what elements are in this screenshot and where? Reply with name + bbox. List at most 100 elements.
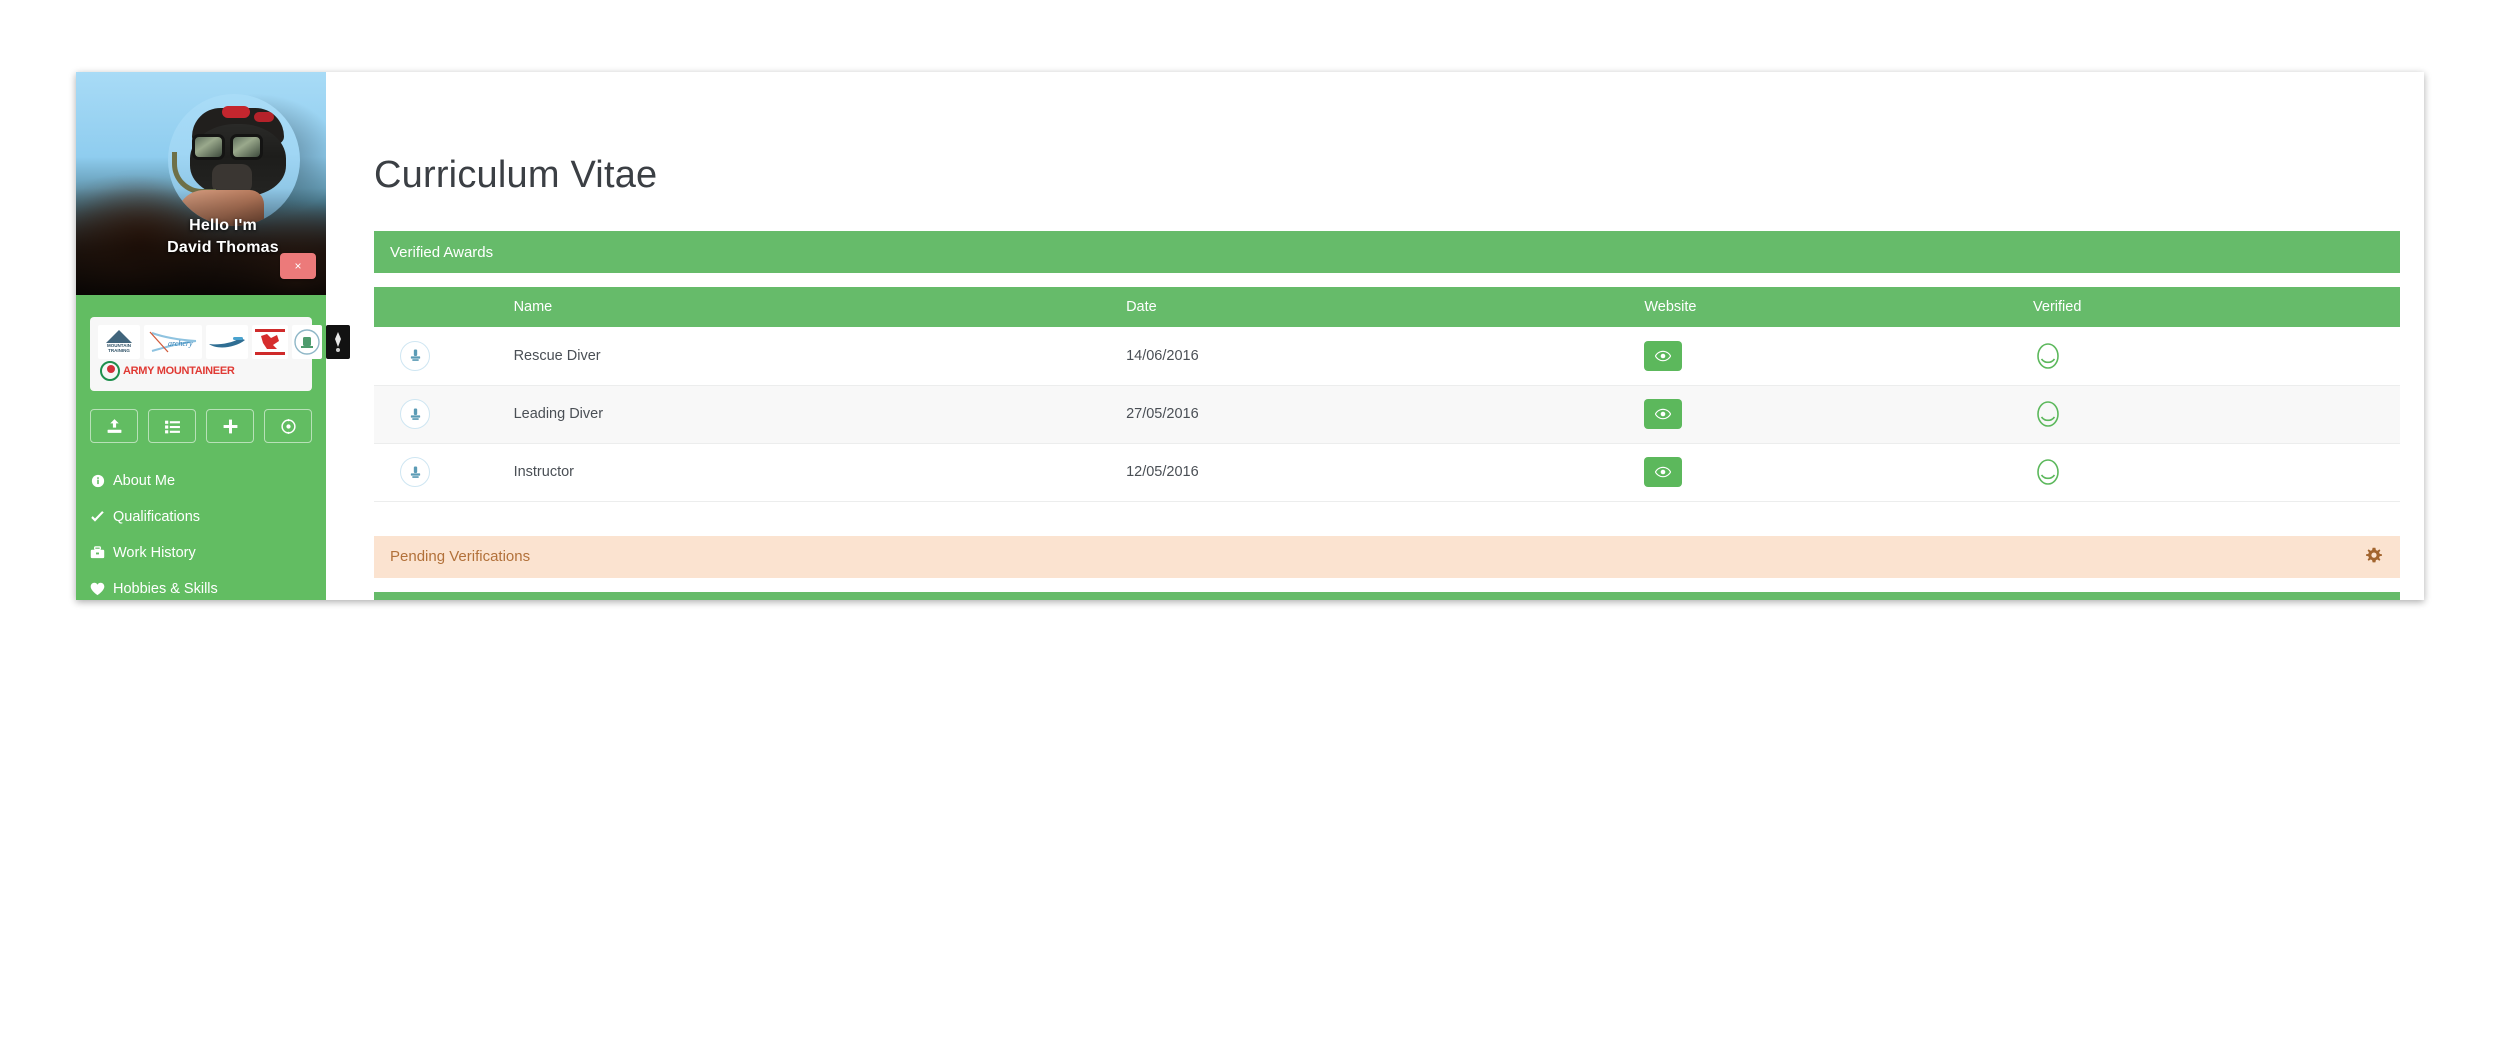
verified-awards-table-body: Rescue Diver 14/06/2016 Leading Diver 27… xyxy=(374,327,2400,502)
pending-verifications-title: Pending Verifications xyxy=(390,548,531,565)
verified-awards-title: Verified Awards xyxy=(390,243,494,261)
cert-cell xyxy=(374,443,504,502)
pending-table-head: Provider Award Award Date Notes Result D… xyxy=(374,591,2400,600)
col-verified: Verified xyxy=(2023,287,2400,327)
col-award-date: Award Date xyxy=(804,591,997,600)
certificate-icon[interactable] xyxy=(400,457,430,487)
award-name: Leading Diver xyxy=(503,385,1117,444)
svg-text:archery: archery xyxy=(168,339,193,348)
website-cell xyxy=(1634,443,2024,502)
badge-row-secondary: ARMY MOUNTAINEER xyxy=(98,361,304,381)
seal-icon xyxy=(294,329,320,355)
eye-icon xyxy=(1655,350,1672,361)
cert-cell xyxy=(374,385,504,444)
website-cell xyxy=(1634,327,2024,386)
seal-badge xyxy=(292,325,322,359)
army-mountaineer-label: ARMY MOUNTAINEER xyxy=(123,365,235,377)
col-date: Date xyxy=(1116,287,1635,327)
award-date: 14/06/2016 xyxy=(1116,327,1635,386)
main-content: Curriculum Vitae Verified Awards Name Da… xyxy=(326,72,2424,600)
col-award: Award xyxy=(498,591,805,600)
sidebar-item-label: About Me xyxy=(113,473,176,489)
pending-circle-icon xyxy=(2033,457,2063,487)
list-icon xyxy=(164,420,180,433)
close-button[interactable]: × xyxy=(280,253,316,279)
pending-circle-icon xyxy=(2033,341,2063,371)
settings-circle-button[interactable] xyxy=(264,409,312,443)
verified-awards-table-head: Name Date Website Verified xyxy=(374,287,2400,327)
mountain-training-badge: MOUNTAIN TRAINING xyxy=(98,325,140,359)
eye-icon xyxy=(1655,408,1672,420)
view-website-button[interactable] xyxy=(1644,457,1683,487)
add-item-button[interactable] xyxy=(206,409,254,443)
verified-awards-table: Name Date Website Verified Rescue Diver … xyxy=(374,287,2400,502)
eye-icon xyxy=(1655,466,1672,478)
list-view-button[interactable] xyxy=(148,409,196,443)
website-cell xyxy=(1634,385,2024,444)
sidebar-item-about-me[interactable]: About Me xyxy=(76,463,326,499)
col-provider: Provider xyxy=(374,591,499,600)
archery-bow-icon: archery xyxy=(149,331,197,353)
sidebar-item-label: Qualifications xyxy=(113,509,201,525)
welsh-dragon-badge xyxy=(252,325,288,359)
army-mountaineer-emblem-icon xyxy=(100,361,120,381)
greeting-line-1: Hello I'm xyxy=(189,217,257,234)
download-cv-button[interactable] xyxy=(90,409,138,443)
badge-strip: MOUNTAIN TRAINING archery ARMY MOUNTAINE… xyxy=(90,317,350,391)
certificate-icon[interactable] xyxy=(400,340,430,371)
heart-icon xyxy=(90,582,105,596)
mountain-training-badge-label: MOUNTAIN TRAINING xyxy=(107,343,131,353)
col-website: Website xyxy=(1634,287,2024,327)
gear-icon[interactable] xyxy=(2364,547,2384,567)
pending-verifications-panel-header: Pending Verifications xyxy=(374,535,2400,578)
info-icon xyxy=(90,474,105,488)
sidebar-nav: About Me Qualifications Work History Hob… xyxy=(76,463,326,600)
col-result: Result xyxy=(1596,591,1687,600)
award-date: 12/05/2016 xyxy=(1116,443,1635,502)
col-resend: Resend xyxy=(2139,591,2265,600)
welsh-dragon-icon xyxy=(255,329,285,355)
sidebar-item-qualifications[interactable]: Qualifications xyxy=(76,499,326,535)
table-header-row: Name Date Website Verified xyxy=(374,287,2400,327)
verified-awards-panel-header: Verified Awards xyxy=(374,231,2400,273)
sidebar-item-work-history[interactable]: Work History xyxy=(76,535,326,571)
sidebar-item-label: Hobbies & Skills xyxy=(113,581,218,597)
archery-gb-badge: archery xyxy=(144,325,202,359)
col-result-action xyxy=(1686,591,1823,600)
cert-cell xyxy=(374,327,504,386)
view-website-button[interactable] xyxy=(1644,399,1683,429)
col-date-created: Date Created xyxy=(1822,591,2016,600)
table-header-row: Provider Award Award Date Notes Result D… xyxy=(374,591,2400,600)
plus-icon xyxy=(223,419,237,433)
pending-circle-icon xyxy=(2033,399,2063,429)
pending-verifications-table: Provider Award Award Date Notes Result D… xyxy=(374,591,2400,600)
canoe-icon xyxy=(209,337,245,348)
profile-photo: Hello I'm David Thomas × xyxy=(76,72,326,295)
profile-sidebar: Hello I'm David Thomas × MOUNTAIN TRAINI… xyxy=(76,72,350,600)
verified-cell xyxy=(2023,385,2400,444)
briefcase-icon xyxy=(90,546,105,560)
col-status: Status xyxy=(2015,591,2140,600)
sidebar-item-label: Work History xyxy=(113,545,196,561)
col-delete xyxy=(2264,591,2400,600)
check-icon xyxy=(90,510,105,524)
col-notes: Notes xyxy=(996,591,1597,600)
circle-dot-icon xyxy=(280,418,296,434)
award-name: Rescue Diver xyxy=(503,327,1117,386)
view-website-button[interactable] xyxy=(1644,340,1683,371)
sidebar-item-hobbies-skills[interactable]: Hobbies & Skills xyxy=(76,571,326,600)
verified-cell xyxy=(2023,443,2400,502)
certificate-icon[interactable] xyxy=(400,399,430,429)
badge-row-primary: MOUNTAIN TRAINING archery xyxy=(98,325,350,359)
verified-awards-panel: Verified Awards Name Date Website Verifi… xyxy=(374,231,2400,502)
profile-page-card: Hello I'm David Thomas × MOUNTAIN TRAINI… xyxy=(76,72,2424,600)
col-name: Name xyxy=(503,287,1117,327)
page-title: Curriculum Vitae xyxy=(374,154,658,196)
table-row: Instructor 12/05/2016 xyxy=(374,443,2400,502)
col-cert xyxy=(374,287,504,327)
table-row: Leading Diver 27/05/2016 xyxy=(374,385,2400,444)
sidebar-action-buttons xyxy=(90,409,312,443)
table-row: Rescue Diver 14/06/2016 xyxy=(374,327,2400,386)
verified-cell xyxy=(2023,327,2400,386)
award-date: 27/05/2016 xyxy=(1116,385,1635,444)
